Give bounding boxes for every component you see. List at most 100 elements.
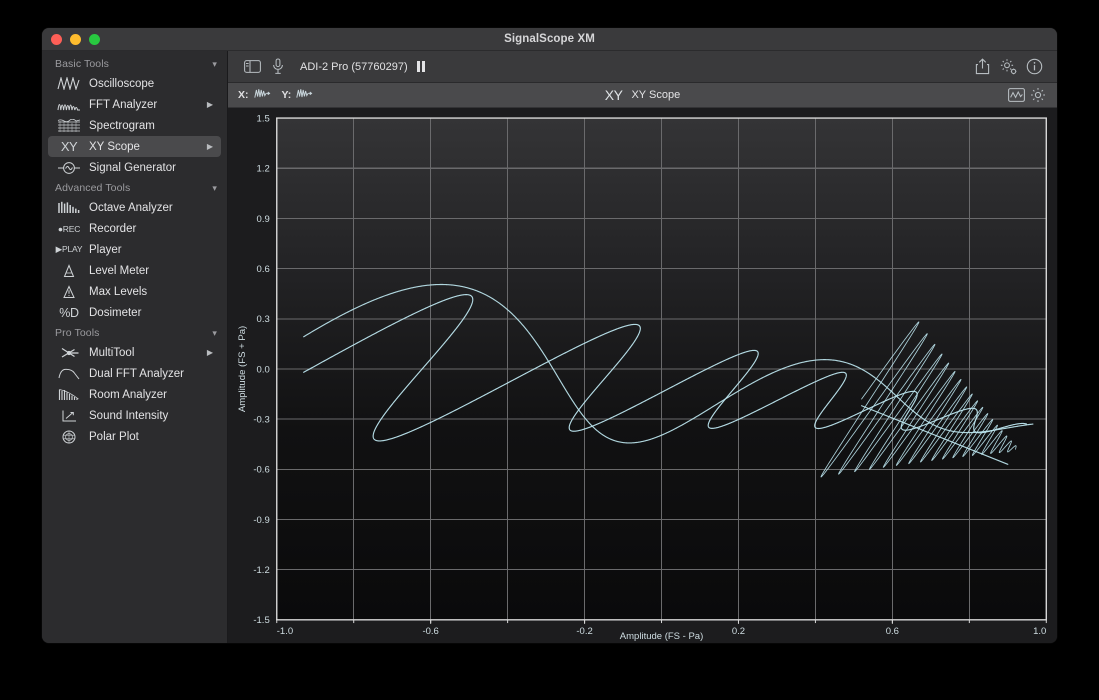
sidebar-item-spectrogram[interactable]: Spectrogram (48, 115, 221, 136)
sidebar-item-max-levels[interactable]: Max Levels (48, 281, 221, 302)
sidebar-group-pro-tools[interactable]: Pro Tools ▾ (42, 323, 227, 342)
scope-title: XY XY Scope (228, 87, 1057, 103)
device-label: ADI-2 Pro (57760297) (300, 61, 408, 73)
percent-d-icon: %D (56, 305, 82, 320)
sidebar-item-signal-generator[interactable]: Signal Generator (48, 157, 221, 178)
play-icon: ▶PLAY (56, 242, 82, 257)
octave-bars-icon (56, 200, 82, 215)
sidebar-item-label: Dosimeter (89, 307, 141, 319)
waveform-source-icon[interactable] (254, 86, 271, 104)
sidebar-group-label: Advanced Tools (55, 182, 130, 194)
y-tick-label: 0.9 (257, 214, 270, 225)
sidebar-toggle-icon[interactable] (239, 56, 265, 78)
graph-view-icon[interactable] (1005, 85, 1027, 105)
main-pane: ADI-2 Pro (57760297) (228, 51, 1057, 643)
sidebar-item-sound-intensity[interactable]: Sound Intensity (48, 405, 221, 426)
x-tick-label: 0.2 (732, 626, 745, 637)
sidebar-item-label: MultiTool (89, 347, 134, 359)
sidebar-item-label: Polar Plot (89, 431, 139, 443)
sidebar-item-recorder[interactable]: ●REC Recorder (48, 218, 221, 239)
sidebar-item-oscilloscope[interactable]: Oscilloscope (48, 73, 221, 94)
y-channel-selector[interactable]: Y: (282, 86, 314, 104)
sidebar-group-label: Pro Tools (55, 327, 99, 339)
y-axis-label: Amplitude (FS + Pa) (237, 326, 248, 412)
y-tick-label: -1.2 (253, 565, 269, 576)
settings-gear-icon[interactable] (995, 56, 1021, 78)
sidebar-item-octave-analyzer[interactable]: Octave Analyzer (48, 197, 221, 218)
sidebar-item-fft-analyzer[interactable]: FFT Analyzer ▶ (48, 94, 221, 115)
sidebar-item-label: FFT Analyzer (89, 99, 157, 111)
sidebar-item-polar-plot[interactable]: Polar Plot (48, 426, 221, 447)
sidebar-item-label: Spectrogram (89, 120, 155, 132)
intensity-axes-icon (56, 408, 82, 423)
signal-gen-icon (56, 160, 82, 175)
sidebar-group-advanced-tools[interactable]: Advanced Tools ▾ (42, 178, 227, 197)
y-channel-label: Y: (282, 89, 292, 101)
x-tick-label: -0.6 (422, 626, 438, 637)
y-tick-label: 0.0 (257, 364, 270, 375)
fft-icon (56, 97, 82, 112)
microphone-icon[interactable] (265, 56, 291, 78)
sidebar-item-label: Octave Analyzer (89, 202, 173, 214)
window-body: Basic Tools ▾ Oscilloscope FFT Analyzer … (42, 51, 1057, 643)
x-channel-selector[interactable]: X: (238, 86, 271, 104)
chevron-right-icon: ▶ (207, 143, 213, 151)
sidebar-item-room-analyzer[interactable]: Room Analyzer (48, 384, 221, 405)
chevron-down-icon: ▾ (212, 184, 217, 193)
spectrogram-icon (56, 118, 82, 133)
polar-plot-icon (56, 429, 82, 444)
chevron-right-icon: ▶ (207, 349, 213, 357)
app-toolbar: ADI-2 Pro (57760297) (228, 51, 1057, 83)
share-icon[interactable] (969, 56, 995, 78)
scope-name: XY Scope (631, 89, 680, 101)
y-tick-label: 1.5 (257, 113, 270, 124)
info-icon[interactable] (1021, 56, 1047, 78)
y-tick-label: 0.3 (257, 314, 270, 325)
sidebar-item-label: Max Levels (89, 286, 147, 298)
x-axis-label: Amplitude (FS - Pa) (620, 631, 703, 642)
y-tick-label: -1.5 (253, 615, 269, 626)
sidebar-item-multitool[interactable]: MultiTool ▶ (48, 342, 221, 363)
sidebar-item-label: Player (89, 244, 122, 256)
level-meter-icon (56, 263, 82, 278)
room-decay-icon (56, 387, 82, 402)
sidebar: Basic Tools ▾ Oscilloscope FFT Analyzer … (42, 51, 228, 643)
pause-button[interactable] (417, 61, 426, 72)
multitool-icon (56, 345, 82, 360)
x-channel-label: X: (238, 89, 249, 101)
chevron-down-icon: ▾ (212, 60, 217, 69)
xy-icon: XY (56, 139, 82, 154)
sidebar-item-level-meter[interactable]: Level Meter (48, 260, 221, 281)
scope-settings-gear-icon[interactable] (1027, 85, 1049, 105)
window-title: SignalScope XM (42, 33, 1057, 45)
y-tick-label: -0.6 (253, 465, 269, 476)
rec-icon: ●REC (56, 221, 82, 236)
xy-glyph: XY (605, 87, 623, 103)
x-tick-label: -1.0 (277, 626, 293, 637)
sidebar-item-label: Level Meter (89, 265, 149, 277)
y-tick-label: -0.3 (253, 415, 269, 426)
sidebar-item-label: Room Analyzer (89, 389, 167, 401)
xy-plot-svg[interactable]: 1.5 1.2 0.9 0.6 0.3 0.0 -0.3 -0.6 -0.9 -1.2 -1.5 -… (228, 108, 1057, 643)
sidebar-item-label: Dual FFT Analyzer (89, 368, 184, 380)
y-tick-label: -0.9 (253, 515, 269, 526)
sidebar-item-dosimeter[interactable]: %D Dosimeter (48, 302, 221, 323)
sidebar-group-label: Basic Tools (55, 58, 109, 70)
sidebar-item-label: XY Scope (89, 141, 140, 153)
sidebar-item-label: Signal Generator (89, 162, 176, 174)
xy-plot[interactable]: 1.5 1.2 0.9 0.6 0.3 0.0 -0.3 -0.6 -0.9 -1.2 -1.5 -… (228, 108, 1057, 643)
waveform-icon (56, 76, 82, 91)
window-titlebar: SignalScope XM (42, 28, 1057, 51)
sidebar-item-player[interactable]: ▶PLAY Player (48, 239, 221, 260)
sidebar-item-label: Recorder (89, 223, 136, 235)
y-tick-label: 0.6 (257, 264, 270, 275)
chevron-down-icon: ▾ (212, 329, 217, 338)
x-tick-label: 0.6 (886, 626, 899, 637)
waveform-source-icon[interactable] (296, 86, 313, 104)
chevron-right-icon: ▶ (207, 101, 213, 109)
sidebar-item-xy-scope[interactable]: XY XY Scope ▶ (48, 136, 221, 157)
sidebar-item-dual-fft-analyzer[interactable]: Dual FFT Analyzer (48, 363, 221, 384)
y-tick-label: 1.2 (257, 164, 270, 175)
x-tick-label: 1.0 (1033, 626, 1046, 637)
sidebar-group-basic-tools[interactable]: Basic Tools ▾ (42, 54, 227, 73)
